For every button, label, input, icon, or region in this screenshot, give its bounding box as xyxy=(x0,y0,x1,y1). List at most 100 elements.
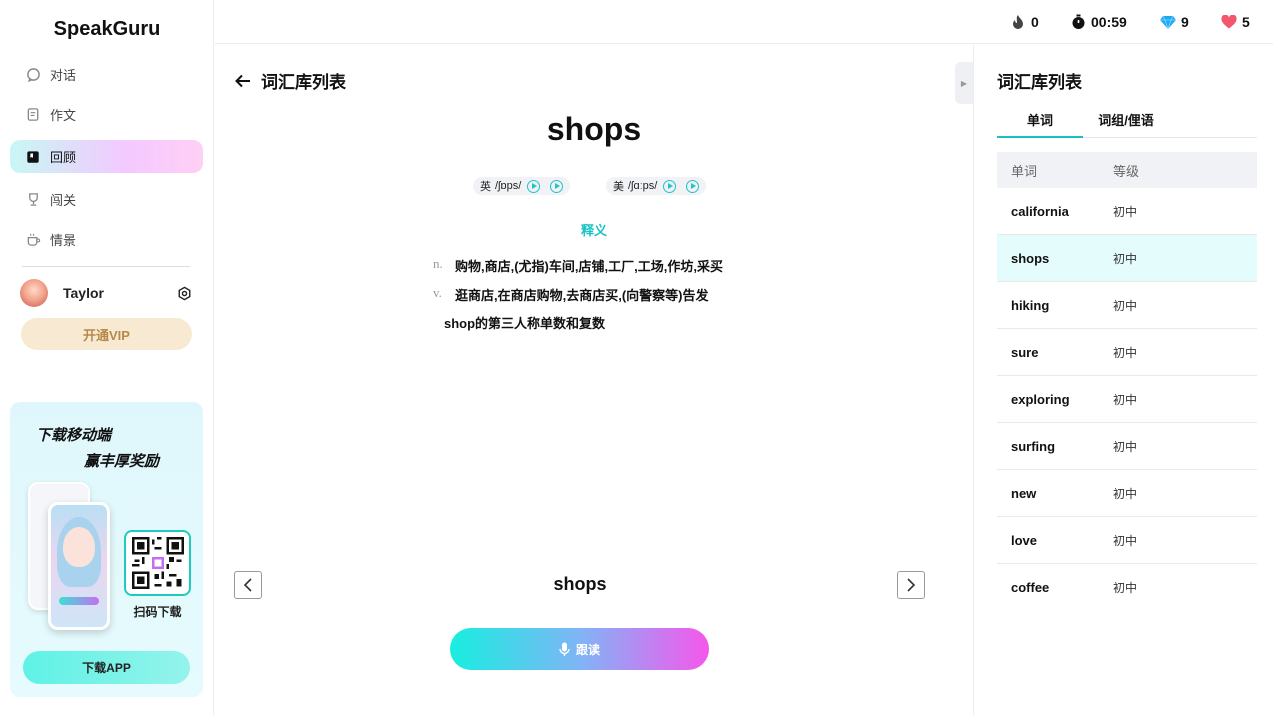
table-row[interactable]: california 初中 xyxy=(997,188,1257,235)
sidebar-item-scenario[interactable]: 情景 xyxy=(10,223,203,256)
row-word: surfing xyxy=(1011,438,1056,454)
page-title: 词汇库列表 xyxy=(261,73,346,92)
sidebar-item-label: 对话 xyxy=(50,68,77,83)
table-row[interactable]: shops 初中 xyxy=(997,235,1257,282)
vocabulary-table: 单词 等级 california 初中 shops 初中 hiking 初中 s… xyxy=(997,152,1257,611)
sidebar-item-chat[interactable]: 对话 xyxy=(10,58,203,91)
user-profile[interactable]: Taylor xyxy=(20,278,192,308)
streak-count: 0 xyxy=(1031,14,1039,30)
review-icon xyxy=(25,149,41,165)
sidebar-item-label: 闯关 xyxy=(50,193,77,208)
follow-read-button[interactable]: 跟读 xyxy=(450,628,709,670)
definition-noun: n. 购物,商店,(尤指)车间,店铺,工厂,工场,作坊,采买 xyxy=(433,256,723,275)
row-level: 初中 xyxy=(1113,345,1138,360)
sidebar-item-review[interactable]: 回顾 xyxy=(10,140,203,173)
trophy-icon xyxy=(25,192,41,208)
collapse-panel-toggle[interactable]: ▶ xyxy=(955,62,973,104)
top-bar: 0 00:59 9 5 xyxy=(215,0,1273,44)
definition-inflection: shop的第三人称单数和复数 xyxy=(444,316,606,331)
row-level: 初中 xyxy=(1113,251,1138,266)
qr-label: 扫码下载 xyxy=(133,605,182,619)
us-play-icon[interactable] xyxy=(663,179,677,193)
row-level: 初中 xyxy=(1113,486,1138,501)
sidebar-item-challenge[interactable]: 闯关 xyxy=(10,183,203,216)
streak-stat: 0 xyxy=(1010,13,1039,31)
row-word: hiking xyxy=(1011,297,1050,313)
prev-word-button[interactable] xyxy=(234,571,262,599)
definition-verb: v. 逛商店,在商店购物,去商店买,(向警察等)告发 xyxy=(433,285,709,304)
row-word: california xyxy=(1011,203,1069,219)
row-word: shops xyxy=(1011,250,1050,266)
vocabulary-list-panel: 词汇库列表 单词 词组/俚语 单词 等级 california 初中 shops… xyxy=(973,45,1273,715)
us-slow-play-icon[interactable] xyxy=(686,179,700,193)
sidebar: SpeakGuru 对话 作文 回顾 闯关 情景 Taylor 开通VIP 下载… xyxy=(0,0,214,715)
sidebar-item-essay[interactable]: 作文 xyxy=(10,98,203,131)
download-promo-card: 下载移动端 赢丰厚奖励 扫码下载 下载APP xyxy=(10,402,203,697)
row-word: exploring xyxy=(1011,391,1070,407)
us-label: 美 xyxy=(613,181,624,193)
coffee-icon xyxy=(25,232,41,248)
table-row[interactable]: exploring 初中 xyxy=(997,376,1257,423)
settings-icon[interactable] xyxy=(177,286,192,301)
phone-mockup xyxy=(48,502,110,630)
app-logo: SpeakGuru xyxy=(53,18,161,40)
uk-play-icon[interactable] xyxy=(527,179,541,193)
uk-label: 英 xyxy=(480,181,491,193)
row-word: new xyxy=(1011,485,1037,501)
open-vip-button[interactable]: 开通VIP xyxy=(21,318,192,350)
row-level: 初中 xyxy=(1113,392,1138,407)
us-ipa: /ʃɑːps/ xyxy=(628,180,658,192)
qr-code xyxy=(124,530,191,596)
hearts-count: 5 xyxy=(1242,14,1250,30)
next-word-button[interactable] xyxy=(897,571,925,599)
heart-icon xyxy=(1221,14,1237,30)
meaning-heading: 释义 xyxy=(580,223,607,238)
edit-icon xyxy=(25,107,41,123)
table-row[interactable]: hiking 初中 xyxy=(997,282,1257,329)
chevron-right-icon xyxy=(906,578,916,592)
timer-stat: 00:59 xyxy=(1070,13,1127,31)
uk-ipa: /ʃɒps/ xyxy=(495,180,522,192)
tab-phrases[interactable]: 词组/俚语 xyxy=(1083,110,1169,138)
vocabulary-list-title: 词汇库列表 xyxy=(997,73,1082,92)
definition-text: 逛商店,在商店购物,去商店买,(向警察等)告发 xyxy=(455,288,709,303)
sidebar-divider xyxy=(22,266,190,267)
gems-count: 9 xyxy=(1181,14,1189,30)
word-detail-panel: 词汇库列表 ▶ shops 英 /ʃɒps/ 美 /ʃɑːps/ 释义 n. 购… xyxy=(215,45,973,715)
microphone-icon xyxy=(559,642,570,657)
part-of-speech: v. xyxy=(433,285,442,300)
avatar xyxy=(20,279,48,307)
current-word-label: shops xyxy=(553,574,607,594)
row-level: 初中 xyxy=(1113,204,1138,219)
follow-read-label: 跟读 xyxy=(575,642,600,657)
sidebar-item-label: 情景 xyxy=(50,233,77,248)
table-row[interactable]: coffee 初中 xyxy=(997,564,1257,611)
row-word: sure xyxy=(1011,344,1039,360)
table-row[interactable]: surfing 初中 xyxy=(997,423,1257,470)
part-of-speech: n. xyxy=(433,256,443,271)
flame-icon xyxy=(1010,14,1026,30)
definition-text: 购物,商店,(尤指)车间,店铺,工厂,工场,作坊,采买 xyxy=(455,259,723,274)
user-name: Taylor xyxy=(63,285,104,301)
triangle-right-icon: ▶ xyxy=(960,78,968,88)
table-row[interactable]: sure 初中 xyxy=(997,329,1257,376)
chevron-left-icon xyxy=(243,578,253,592)
us-pronunciation: 美 /ʃɑːps/ xyxy=(606,177,707,195)
table-row[interactable]: new 初中 xyxy=(997,470,1257,517)
chat-icon xyxy=(25,67,41,83)
stopwatch-icon xyxy=(1070,14,1086,30)
uk-slow-play-icon[interactable] xyxy=(550,179,564,193)
gems-stat: 9 xyxy=(1160,13,1189,31)
vocabulary-tabs: 单词 词组/俚语 xyxy=(997,105,1257,138)
sidebar-item-label: 回顾 xyxy=(50,150,77,165)
row-word: coffee xyxy=(1011,580,1050,595)
row-level: 初中 xyxy=(1113,533,1138,548)
sidebar-item-label: 作文 xyxy=(50,108,77,123)
table-row[interactable]: love 初中 xyxy=(997,517,1257,564)
diamond-icon xyxy=(1160,14,1176,30)
back-button[interactable]: 词汇库列表 xyxy=(235,68,346,93)
download-app-button[interactable]: 下载APP xyxy=(23,651,190,684)
row-word: love xyxy=(1011,532,1038,548)
tab-words[interactable]: 单词 xyxy=(997,110,1083,138)
arrow-left-icon xyxy=(235,74,251,88)
